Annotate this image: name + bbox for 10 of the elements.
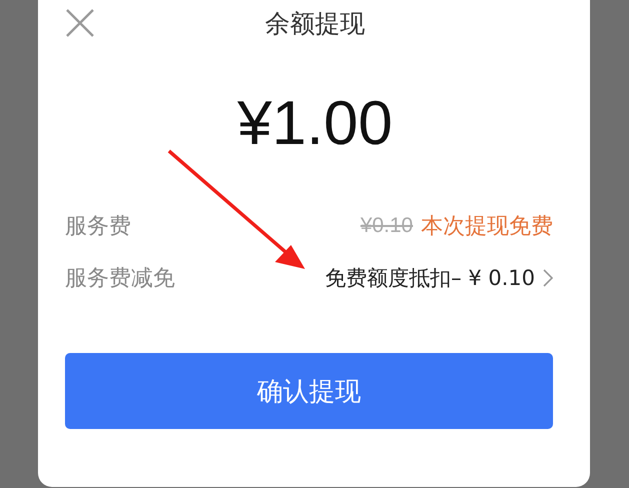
dialog-title: 余额提现 [265,8,365,40]
chevron-right-icon [543,269,553,287]
free-note: 本次提现免费 [421,213,553,241]
confirm-button[interactable]: 确认提现 [65,353,553,429]
fee-label: 服务费 [65,213,131,241]
close-icon[interactable] [65,8,95,38]
waiver-label: 服务费减免 [65,265,175,293]
amount-text: ¥1.00 [236,88,394,159]
waiver-link[interactable]: 免费额度抵扣– ¥ 0.10 [325,264,553,292]
original-fee: ¥0.10 [360,214,413,238]
